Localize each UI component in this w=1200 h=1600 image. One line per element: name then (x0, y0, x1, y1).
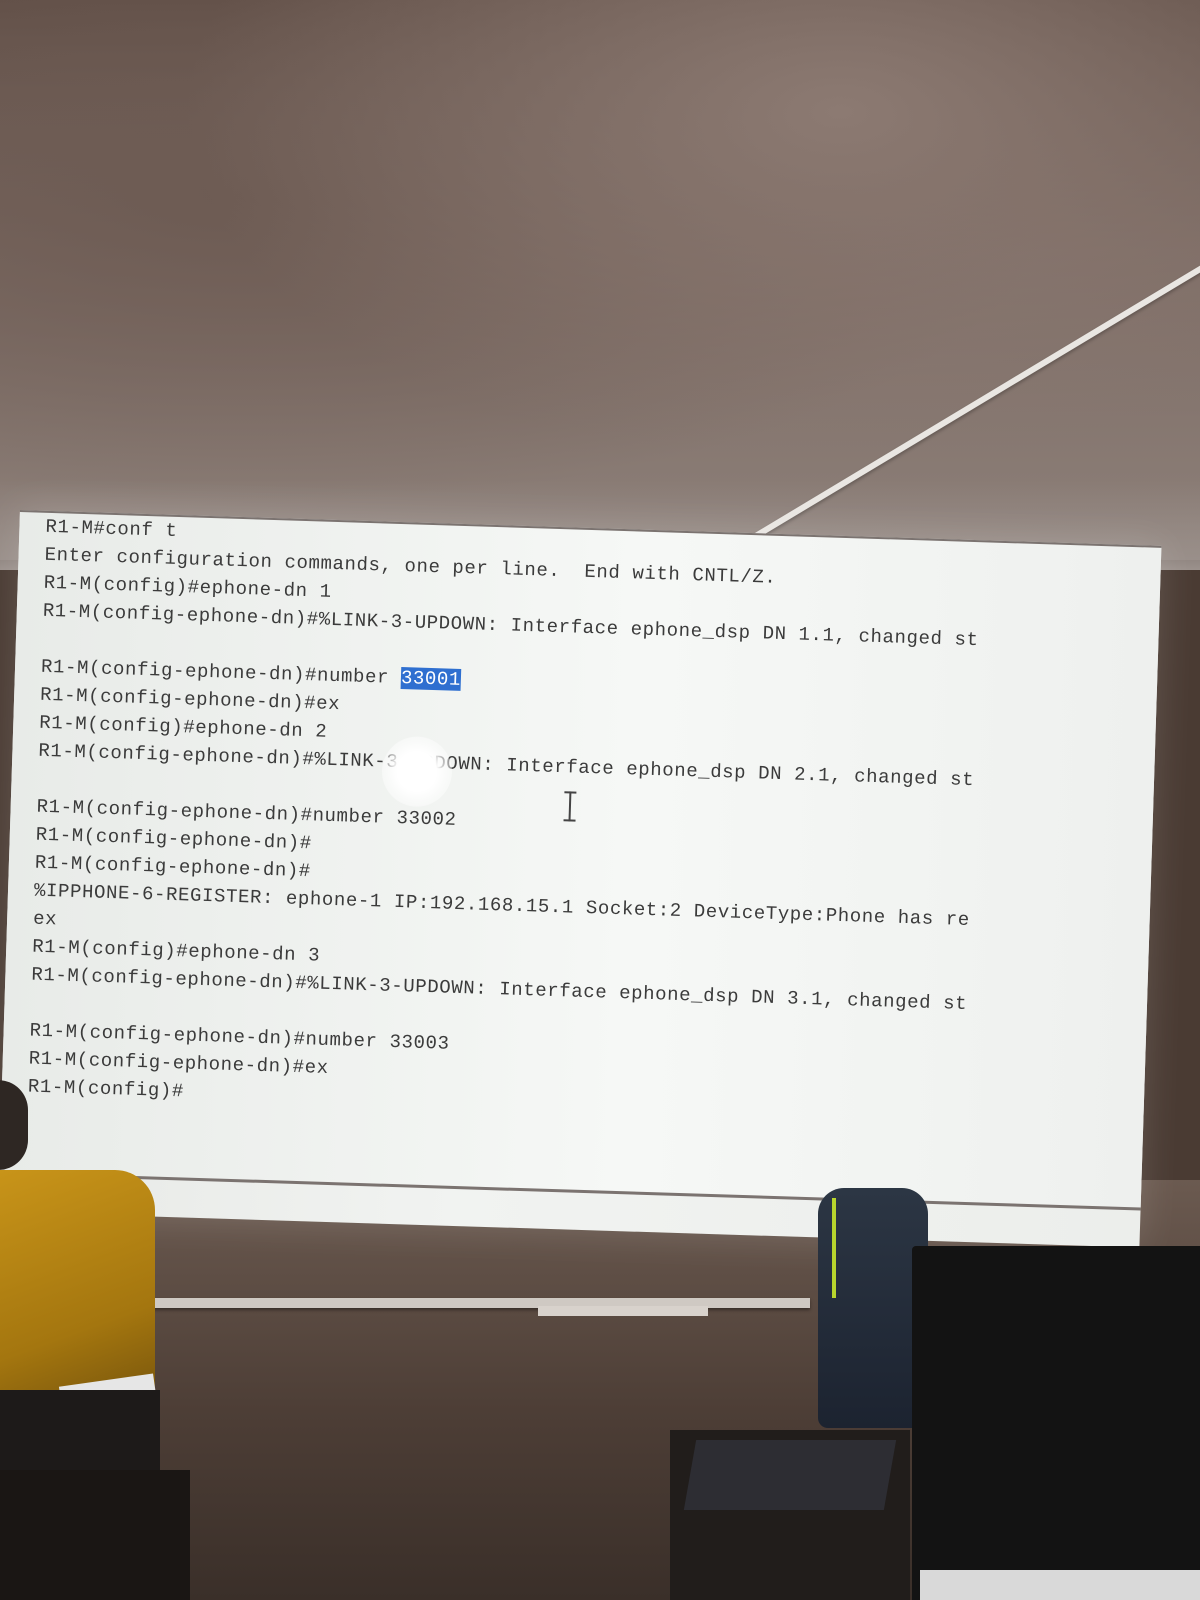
desk-left (0, 1470, 190, 1600)
monitor (912, 1246, 1200, 1600)
terminal-line: R1-M(config-ephone-dn)#%LINK-3-UPDOWN: I… (38, 739, 975, 792)
terminal-line: R1-M(config)#ephone-dn 1 (43, 571, 332, 603)
terminal-line: ex (32, 907, 58, 931)
terminal-line: R1-M(config)#ephone-dn 3 (31, 935, 321, 967)
projector-screen: R1-M#conf t Enter configuration commands… (0, 510, 1162, 1248)
terminal-window[interactable]: R1-M#conf t Enter configuration commands… (0, 510, 1162, 1211)
i-beam-cursor-icon (568, 791, 572, 822)
terminal-line: R1-M(config-ephone-dn)#%LINK-3-UPDOWN: I… (42, 599, 979, 652)
terminal-line: R1-M(config)#ephone-dn 2 (38, 711, 328, 743)
terminal-line: %IPPHONE-6-REGISTER: ephone-1 IP:192.168… (33, 879, 971, 932)
terminal-line: R1-M(config-ephone-dn)# (34, 851, 312, 883)
terminal-line: R1-M(config-ephone-dn)#%LINK-3-UPDOWN: I… (31, 963, 968, 1015)
desk-right (670, 1430, 910, 1600)
selected-text[interactable]: 33001 (400, 667, 462, 691)
terminal-line: R1-M#conf t (45, 515, 178, 542)
projector-glare (380, 735, 454, 808)
terminal-line: R1-M(config-ephone-dn)#ex (28, 1047, 330, 1079)
terminal-line: R1-M(config-ephone-dn)# (35, 823, 313, 855)
ceiling (0, 0, 1200, 560)
whiteboard-tray (538, 1306, 708, 1316)
whiteboard-rail (150, 1298, 810, 1308)
terminal-line: R1-M(config-ephone-dn)#ex (39, 683, 341, 716)
keyboard (920, 1570, 1200, 1600)
